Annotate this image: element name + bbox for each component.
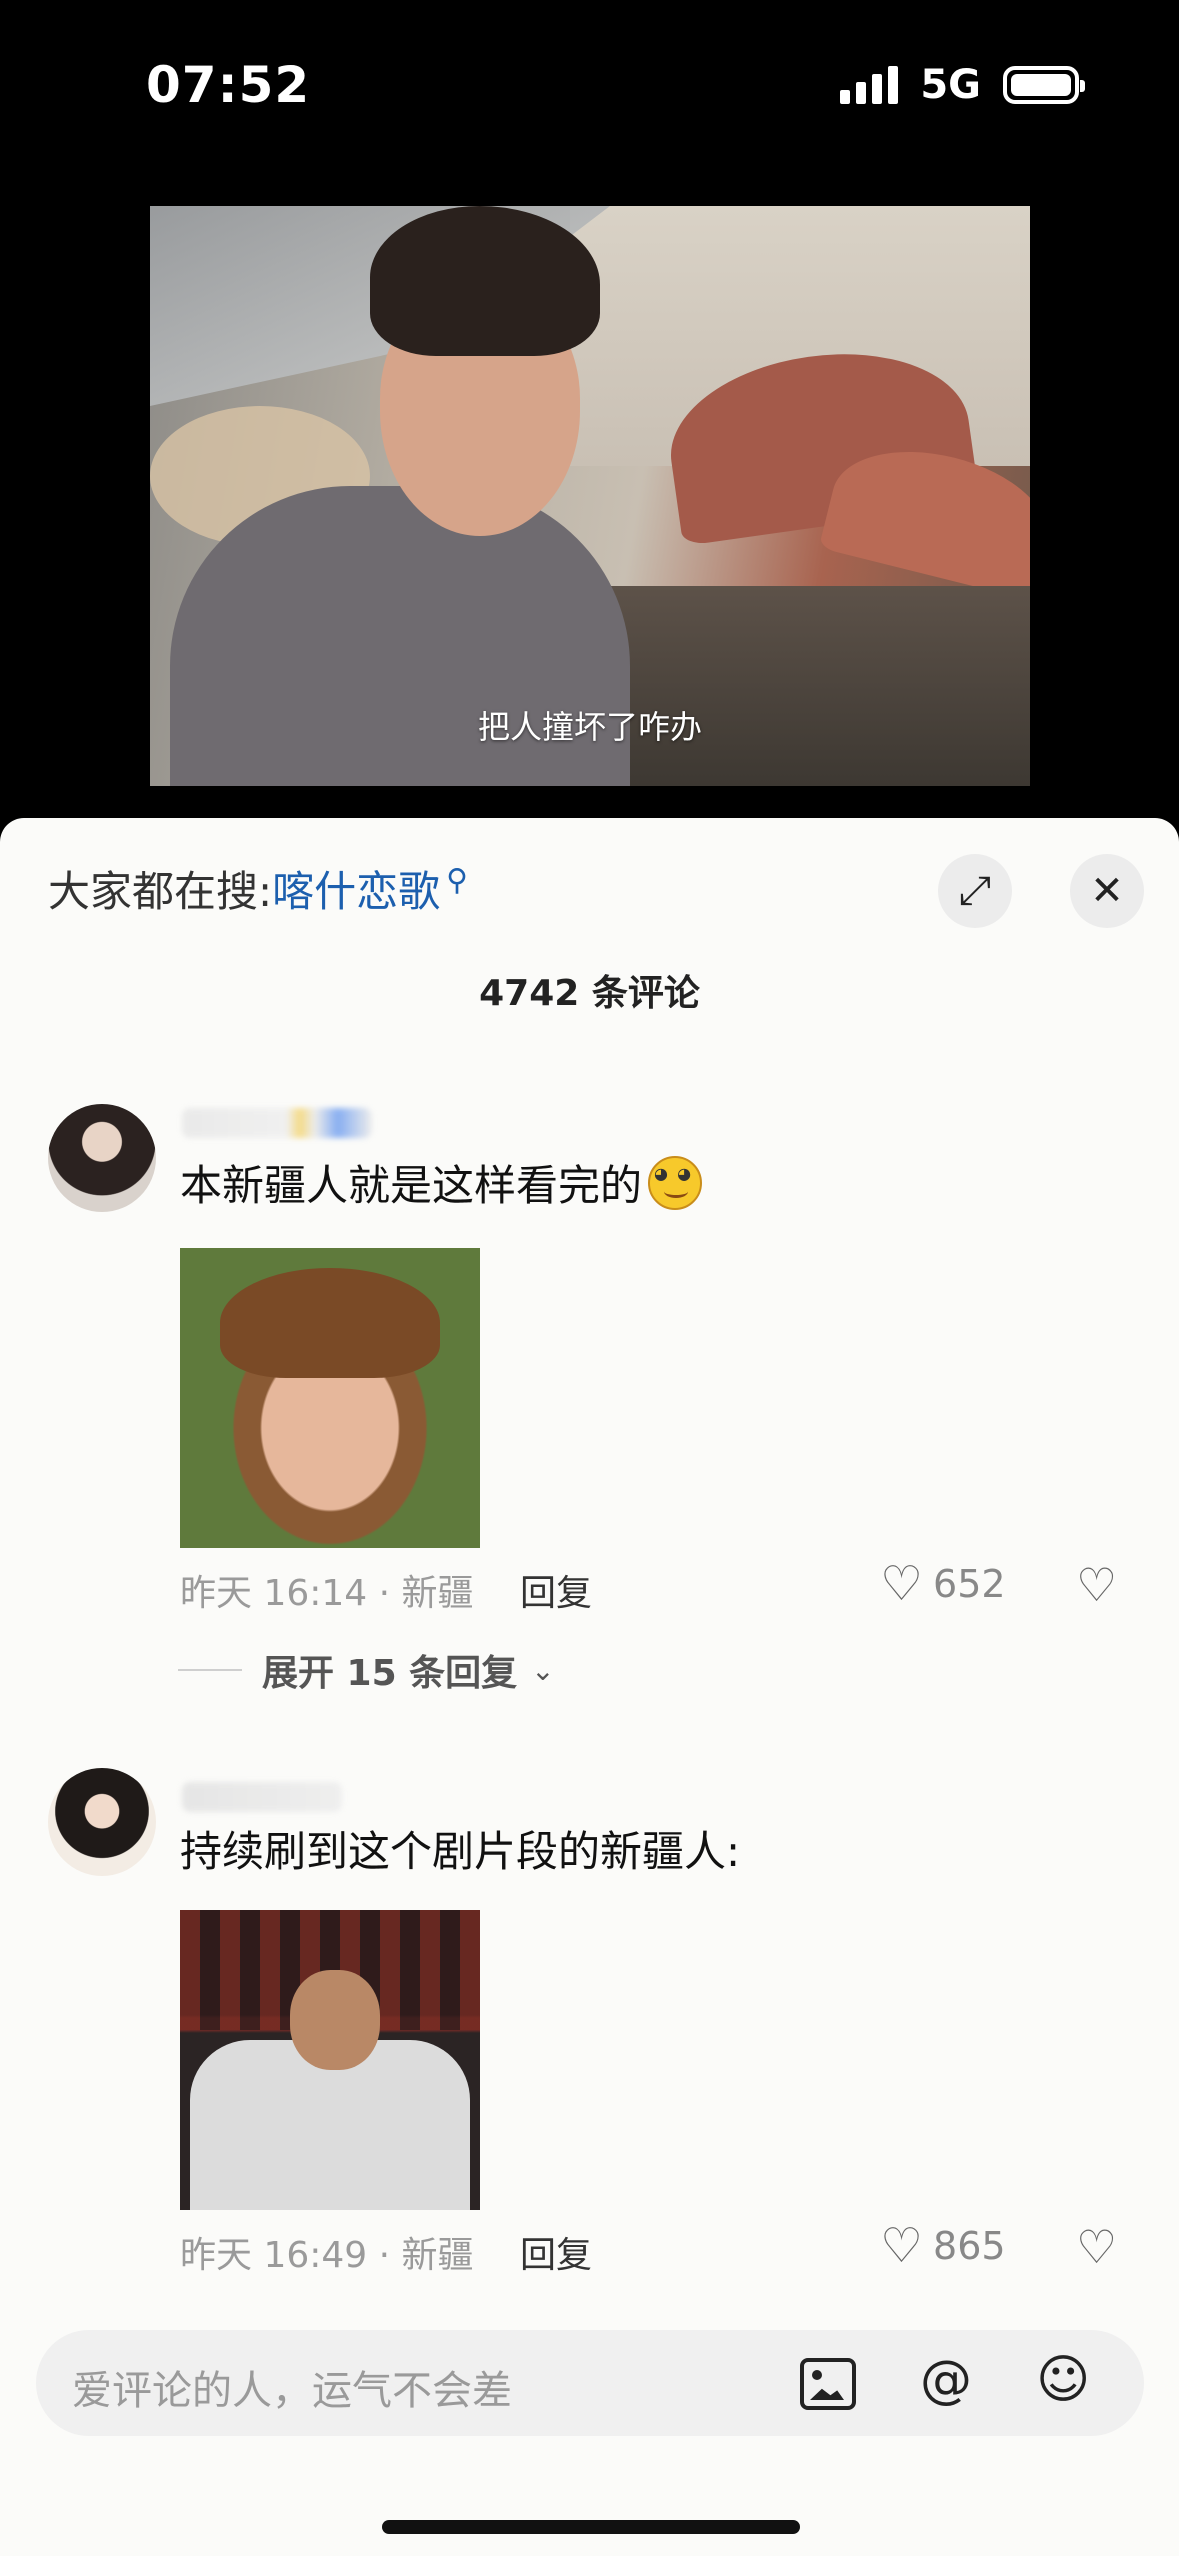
expand-button[interactable]: ⤢ [938,854,1012,928]
comment-count: 4742 条评论 [479,973,700,1014]
comment-sheet: 大家都在搜: 喀什恋歌 ⚲ ⤢ ✕ 4742 条评论 本新疆人就是这样看完的 昨… [0,818,1179,2556]
status-time: 07:52 [146,56,311,114]
magnifier-icon: ⚲ [446,863,469,898]
status-indicators: 5G [840,62,1085,108]
comment-meta: 昨天 16:14 · 新疆 [180,1573,474,1614]
expand-replies-label: 展开 15 条回复 [262,1653,518,1694]
like-button[interactable]: ♡ 652 [880,1560,1006,1608]
battery-icon [1003,66,1085,104]
home-indicator[interactable] [382,2520,800,2534]
trending-search[interactable]: 大家都在搜: 喀什恋歌 ⚲ [48,858,468,919]
comment-image[interactable] [180,1248,480,1548]
broken-heart-icon[interactable]: ♡ [1076,2220,1117,2274]
heart-icon: ♡ [880,1556,924,1612]
network-label: 5G [920,62,981,108]
heart-icon: ♡ [880,2218,924,2274]
comment-meta: 昨天 16:49 · 新疆 [180,2235,474,2276]
video-player[interactable]: 把人撞坏了咋办 [150,206,1030,786]
comment-text-content: 本新疆人就是这样看完的 [180,1161,643,1210]
avatar[interactable] [48,1104,156,1212]
comment-image[interactable] [180,1910,480,2210]
avatar[interactable] [48,1768,156,1876]
username-blurred[interactable] [182,1108,372,1138]
close-icon: ✕ [1090,868,1124,914]
expand-icon: ⤢ [959,868,991,914]
comment-input-placeholder: 爱评论的人，运气不会差 [72,2368,512,2414]
at-icon[interactable]: @ [920,2354,972,2406]
username-blurred[interactable] [182,1782,342,1812]
expand-replies-button[interactable]: 展开 15 条回复 ⌄ [178,1644,555,1696]
chevron-down-icon: ⌄ [531,1653,555,1687]
video-subtitle: 把人撞坏了咋办 [477,708,702,746]
smile-icon[interactable]: ☺ [1036,2354,1090,2406]
like-count: 865 [933,2224,1006,2268]
like-button[interactable]: ♡ 865 [880,2222,1006,2270]
trending-search-prefix: 大家都在搜: [48,867,273,916]
image-icon[interactable] [800,2358,856,2410]
status-bar: 07:52 5G [0,0,1179,180]
signal-icon [840,66,899,104]
like-count: 652 [933,1562,1006,1606]
close-button[interactable]: ✕ [1070,854,1144,928]
broken-heart-icon[interactable]: ♡ [1076,1558,1117,1612]
trending-search-term[interactable]: 喀什恋歌 [272,858,440,919]
smile-emoji-icon [648,1155,703,1210]
reply-button[interactable]: 回复 [520,2226,592,2278]
comment-text-content: 持续刷到这个剧片段的新疆人: [180,1827,741,1876]
comment-text: 本新疆人就是这样看完的 [180,1152,703,1213]
comment-input[interactable]: 爱评论的人，运气不会差 @ ☺ [36,2330,1144,2436]
comment-text: 持续刷到这个剧片段的新疆人: [180,1818,740,1879]
reply-button[interactable]: 回复 [520,1564,592,1616]
